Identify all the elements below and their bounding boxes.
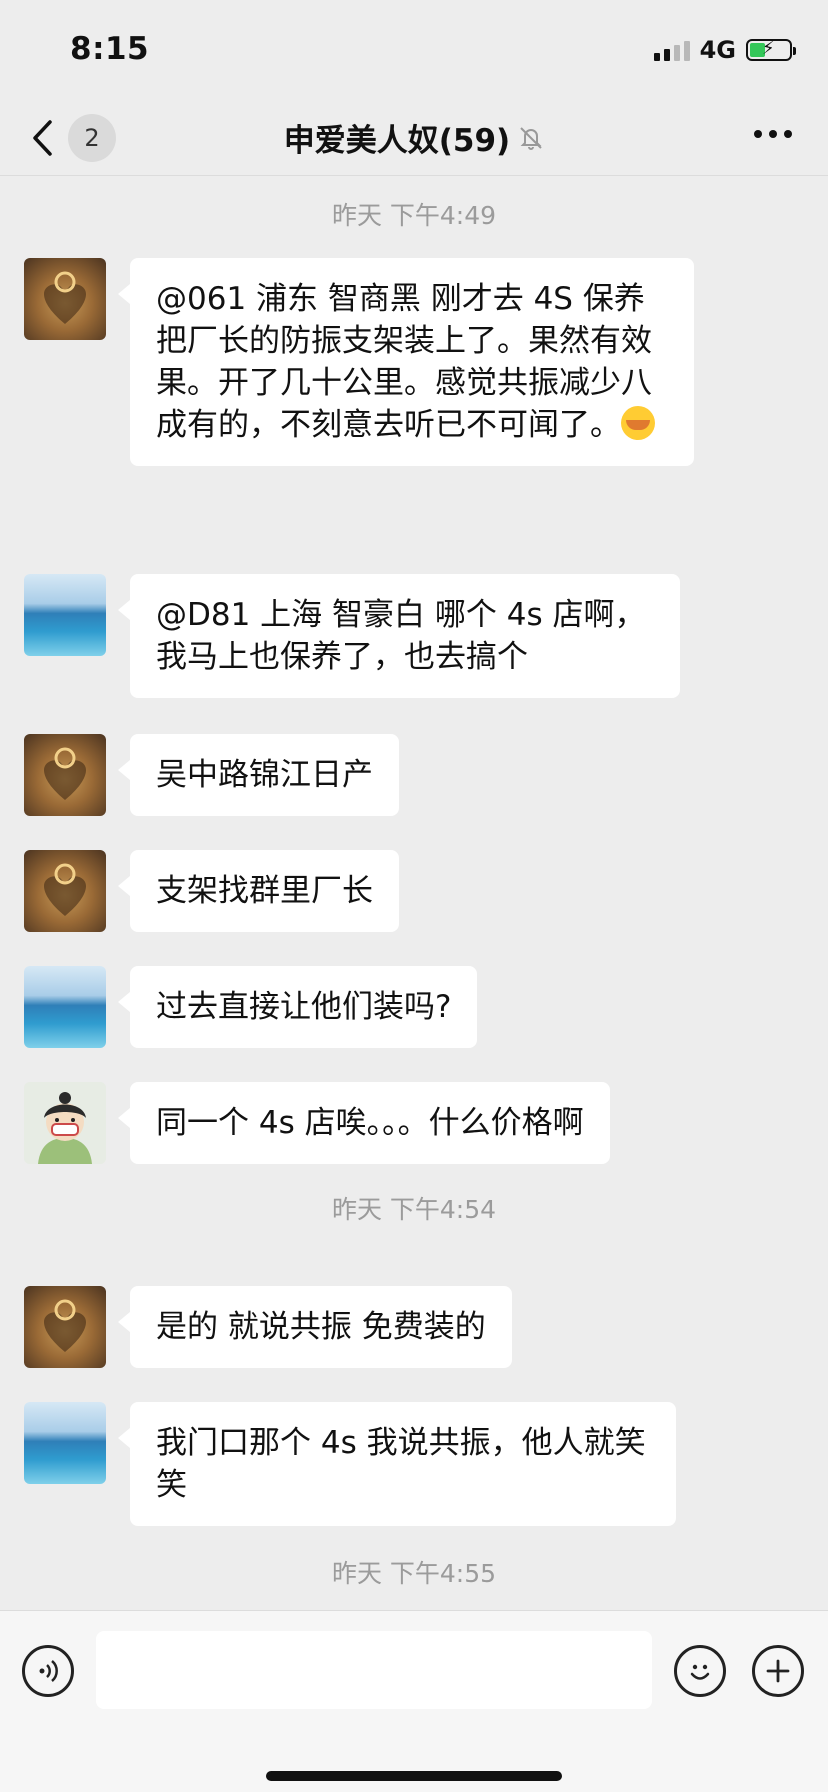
- chat-header: 2 申爱美人奴(59): [0, 100, 828, 176]
- bell-off-icon: [520, 126, 542, 150]
- message-item: @D81 上海 智豪白 哪个 4s 店啊，我马上也保养了，也去搞个: [24, 574, 680, 698]
- message-item: 是的 就说共振 免费装的: [24, 1286, 512, 1368]
- message-input[interactable]: [96, 1631, 652, 1709]
- ring-avatar[interactable]: [24, 258, 106, 340]
- back-button[interactable]: 2: [28, 112, 116, 164]
- message-item: 支架找群里厂长: [24, 850, 399, 932]
- hugging-face-emoji-icon: [621, 406, 655, 440]
- sea-avatar[interactable]: [24, 966, 106, 1048]
- chevron-left-icon: [28, 112, 56, 164]
- message-bubble[interactable]: 是的 就说共振 免费装的: [118, 1286, 512, 1368]
- home-indicator[interactable]: [266, 1771, 562, 1781]
- message-bubble[interactable]: 同一个 4s 店唉。。。什么价格啊: [118, 1082, 610, 1164]
- message-text: 是的 就说共振 免费装的: [156, 1309, 486, 1345]
- chat-title-group: 申爱美人奴(59): [284, 115, 544, 160]
- message-input-bar: [0, 1610, 828, 1792]
- message-text: @061 浦东 智商黑 刚才去 4S 保养把厂长的防振支架装上了。果然有效果。开…: [156, 281, 652, 443]
- ring-avatar[interactable]: [24, 734, 106, 816]
- sea-avatar[interactable]: [24, 1402, 106, 1484]
- message-item: @061 浦东 智商黑 刚才去 4S 保养把厂长的防振支架装上了。果然有效果。开…: [24, 258, 694, 466]
- message-text: 我门口那个 4s 我说共振，他人就笑笑: [156, 1425, 646, 1503]
- timestamp: 昨天 下午4:49: [331, 201, 497, 230]
- sea-avatar[interactable]: [24, 574, 106, 656]
- timestamp: 昨天 下午4:55: [331, 1559, 497, 1588]
- message-bubble[interactable]: 支架找群里厂长: [118, 850, 399, 932]
- message-text: 过去直接让他们装吗?: [156, 989, 452, 1025]
- timestamp: 昨天 下午4:54: [331, 1195, 497, 1224]
- ring-avatar[interactable]: [24, 1286, 106, 1368]
- chat-messages: 昨天 下午4:49 @061 浦东 智商黑 刚才去 4S 保养把厂长的防振支架装…: [0, 176, 828, 1610]
- message-item: 同一个 4s 店唉。。。什么价格啊: [24, 1082, 610, 1164]
- message-bubble[interactable]: 吴中路锦江日产: [118, 734, 399, 816]
- message-text: @D81 上海 智豪白 哪个 4s 店啊，我马上也保养了，也去搞个: [156, 597, 646, 675]
- ring-avatar[interactable]: [24, 850, 106, 932]
- emoji-icon[interactable]: [674, 1645, 726, 1697]
- signal-icon: [653, 39, 690, 61]
- more-icon[interactable]: [754, 130, 792, 138]
- voice-icon[interactable]: [22, 1645, 74, 1697]
- chat-title: 申爱美人奴(59): [283, 123, 511, 159]
- message-bubble[interactable]: @061 浦东 智商黑 刚才去 4S 保养把厂长的防振支架装上了。果然有效果。开…: [118, 258, 694, 466]
- message-text: 同一个 4s 店唉。。。什么价格啊: [156, 1105, 584, 1141]
- message-item: 吴中路锦江日产: [24, 734, 399, 816]
- message-bubble[interactable]: @D81 上海 智豪白 哪个 4s 店啊，我马上也保养了，也去搞个: [118, 574, 680, 698]
- status-time: 8:15: [70, 31, 150, 67]
- message-item: 我门口那个 4s 我说共振，他人就笑笑: [24, 1402, 676, 1526]
- message-item: 过去直接让他们装吗?: [24, 966, 478, 1048]
- status-indicators: 4G ⚡: [653, 36, 796, 64]
- status-bar: 8:15 4G ⚡: [0, 0, 828, 100]
- network-label: 4G: [699, 36, 736, 64]
- unread-badge: 2: [68, 114, 116, 162]
- message-bubble[interactable]: 我门口那个 4s 我说共振，他人就笑笑: [118, 1402, 676, 1526]
- message-text: 支架找群里厂长: [156, 873, 373, 909]
- plus-icon[interactable]: [752, 1645, 804, 1697]
- cartoon-avatar[interactable]: [24, 1082, 106, 1164]
- message-text: 吴中路锦江日产: [156, 757, 373, 793]
- battery-icon: ⚡: [746, 38, 796, 61]
- message-bubble[interactable]: 过去直接让他们装吗?: [117, 966, 478, 1048]
